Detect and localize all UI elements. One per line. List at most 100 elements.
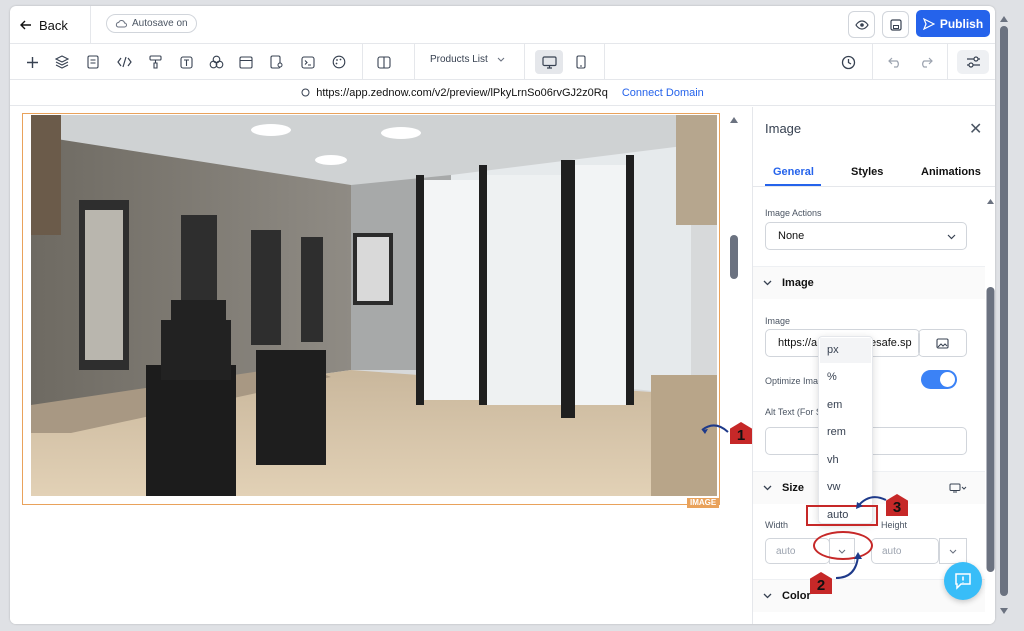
office-photo (31, 115, 717, 496)
page-select[interactable]: Products List (430, 54, 505, 65)
divider (414, 44, 415, 80)
columns-icon (377, 55, 391, 69)
text-icon (179, 55, 193, 69)
optimize-image-label: Optimize Ima (765, 376, 819, 386)
divider (604, 44, 605, 80)
pages-button[interactable] (83, 52, 103, 72)
size-section-title: Size (782, 482, 805, 494)
code-button[interactable] (114, 52, 134, 72)
panel-scrollbar[interactable] (985, 187, 995, 624)
height-unit-button[interactable] (939, 538, 967, 564)
paint-roller-icon (148, 55, 162, 69)
canvas-scrollbar[interactable] (727, 107, 741, 624)
divider (872, 44, 873, 80)
chat-alert-icon (955, 573, 971, 590)
theme-button[interactable] (329, 52, 349, 72)
publish-button[interactable]: Publish (916, 10, 990, 37)
window-scrollbar[interactable] (998, 12, 1010, 618)
terminal-icon (301, 55, 315, 69)
tab-styles[interactable]: Styles (851, 166, 883, 178)
tab-animations[interactable]: Animations (921, 166, 981, 178)
image-actions-value: None (778, 230, 805, 242)
unit-option-vw[interactable]: vw (827, 481, 840, 493)
preview-button[interactable] (848, 11, 875, 38)
redo-button[interactable] (916, 52, 936, 72)
unit-option-rem[interactable]: rem (827, 426, 846, 438)
chevron-down-icon (763, 485, 772, 491)
shapes-icon (209, 55, 223, 69)
top-bar: Back Autosave on Publish (10, 6, 995, 44)
height-input[interactable]: auto (871, 538, 939, 564)
mobile-view-button[interactable] (571, 52, 591, 72)
image-section-header[interactable]: Image (753, 266, 985, 299)
paint-button[interactable] (145, 52, 165, 72)
monitor-icon[interactable] (949, 483, 967, 493)
preview-url[interactable]: https://app.zednow.com/v2/preview/lPkyLr… (316, 87, 608, 99)
chevron-down-icon (497, 57, 505, 62)
height-value: auto (882, 545, 902, 557)
chevron-down-icon (763, 593, 772, 599)
unit-option-em[interactable]: em (827, 399, 842, 411)
save-button[interactable] (882, 11, 909, 38)
arrow-2-icon (835, 552, 862, 579)
monitor-icon (541, 55, 557, 69)
color-section-title: Color (782, 590, 811, 602)
sliders-icon (966, 56, 980, 68)
connect-domain-link[interactable]: Connect Domain (622, 87, 704, 99)
chevron-down-icon (763, 280, 772, 286)
undo-button[interactable] (885, 52, 905, 72)
layers-icon (55, 55, 69, 69)
shapes-button[interactable] (206, 52, 226, 72)
width-label: Width (765, 520, 789, 530)
plus-icon (26, 56, 38, 68)
history-button[interactable] (838, 52, 858, 72)
back-button[interactable]: Back (20, 15, 68, 35)
divider (90, 6, 91, 44)
close-icon[interactable]: ✕ (969, 119, 982, 139)
unit-option-vh[interactable]: vh (827, 454, 839, 466)
circle-status-icon (301, 88, 310, 97)
panel-title: Image (765, 121, 802, 136)
chevron-down-icon (947, 234, 956, 240)
forms-button[interactable] (267, 52, 287, 72)
active-tab-indicator (765, 184, 821, 186)
panel-settings-button[interactable] (957, 50, 989, 74)
terminal-button[interactable] (298, 52, 318, 72)
height-label: Height (881, 520, 908, 530)
document-icon (87, 55, 99, 69)
toolbar: Products List (10, 44, 995, 80)
autosave-badge: Autosave on (106, 14, 197, 33)
eye-icon (854, 19, 869, 30)
unit-option-px[interactable]: px (827, 344, 839, 356)
split-view-button[interactable] (374, 52, 394, 72)
panel-tabs: General Styles Animations (753, 149, 995, 187)
back-label: Back (39, 17, 68, 33)
autosave-label: Autosave on (132, 18, 188, 29)
image-actions-select[interactable]: None (765, 222, 967, 250)
tab-general[interactable]: General (773, 166, 814, 178)
unit-option-percent[interactable]: % (827, 371, 837, 383)
editor-canvas: IMAGE (10, 107, 750, 624)
clock-icon (841, 55, 855, 69)
cloud-icon (115, 19, 127, 28)
section-button[interactable] (236, 52, 256, 72)
properties-panel: Image ✕ General Styles Animations Image … (752, 107, 995, 624)
layers-button[interactable] (52, 52, 72, 72)
text-button[interactable] (176, 52, 196, 72)
image-actions-label: Image Actions (765, 208, 822, 218)
image-picker-button[interactable] (918, 329, 967, 357)
form-search-icon (270, 55, 283, 69)
selected-image-element[interactable] (22, 113, 720, 505)
add-element-button[interactable] (22, 52, 42, 72)
element-type-badge: IMAGE (687, 498, 720, 508)
help-chat-button[interactable] (944, 562, 982, 600)
send-icon (922, 17, 935, 30)
desktop-view-button[interactable] (535, 50, 563, 74)
preview-url-bar: https://app.zednow.com/v2/preview/lPkyLr… (10, 80, 995, 106)
layout-icon (239, 55, 253, 69)
code-icon (116, 56, 132, 68)
palette-icon (332, 55, 346, 69)
optimize-image-toggle[interactable] (921, 370, 957, 389)
image-url-tail: esafe.sp (870, 337, 912, 349)
page-select-value: Products List (430, 54, 488, 65)
